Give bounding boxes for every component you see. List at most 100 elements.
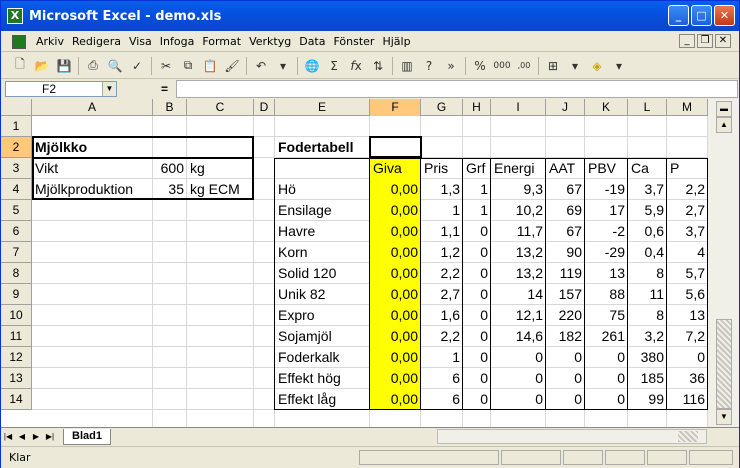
column-header-j[interactable]: J [546, 99, 585, 116]
feed-row-value[interactable]: 0 [463, 284, 491, 305]
sheet-tab-blad1[interactable]: Blad1 [63, 428, 111, 445]
toolbar-options-icon[interactable]: » [440, 56, 462, 76]
feed-row-name[interactable]: Effekt låg [275, 389, 370, 410]
last-sheet-icon[interactable]: ▶| [43, 430, 57, 444]
selected-cell-f2[interactable] [369, 136, 422, 158]
column-header-f[interactable]: F [370, 99, 421, 116]
feed-row-value[interactable]: 1 [463, 200, 491, 221]
feed-row-value[interactable]: 0,00 [370, 179, 421, 200]
new-icon[interactable]: 🗋 [9, 56, 31, 76]
feed-row-value[interactable]: 0 [546, 368, 585, 389]
feed-row-value[interactable]: 6 [421, 389, 463, 410]
feed-row-value[interactable]: -2 [585, 221, 628, 242]
feed-row-value[interactable]: 0 [546, 347, 585, 368]
feed-row-value[interactable]: 0,00 [370, 200, 421, 221]
menu-redigera[interactable]: Redigera [68, 35, 125, 48]
column-header-e[interactable]: E [275, 99, 370, 116]
column-header-k[interactable]: K [585, 99, 628, 116]
feed-row-value[interactable]: 0 [491, 347, 546, 368]
comma-style-icon[interactable]: 000 [491, 56, 513, 76]
column-header-i[interactable]: I [491, 99, 546, 116]
feed-row-value[interactable]: 0,00 [370, 389, 421, 410]
feed-row-value[interactable]: 0,00 [370, 305, 421, 326]
menu-verktyg[interactable]: Verktyg [245, 35, 295, 48]
feed-row-value[interactable]: 185 [628, 368, 667, 389]
feed-row-value[interactable]: -19 [585, 179, 628, 200]
feed-header-p[interactable]: P [667, 158, 708, 179]
feed-row-value[interactable]: 36 [667, 368, 708, 389]
feed-row-value[interactable]: 0 [585, 347, 628, 368]
feed-row-value[interactable]: 12,1 [491, 305, 546, 326]
feed-row-value[interactable]: 3,2 [628, 326, 667, 347]
function-icon[interactable]: fx [345, 56, 367, 76]
feed-row-value[interactable]: 0,4 [628, 242, 667, 263]
doc-close-button[interactable]: ✕ [715, 34, 731, 48]
row-header-7[interactable]: 7 [1, 242, 32, 263]
feed-row-value[interactable]: 2,7 [421, 284, 463, 305]
feed-row-value[interactable]: 0 [585, 389, 628, 410]
feed-row-value[interactable]: 0 [667, 347, 708, 368]
feed-row-value[interactable]: 1 [421, 347, 463, 368]
feed-row-value[interactable]: 116 [667, 389, 708, 410]
help-icon[interactable]: ? [418, 56, 440, 76]
feed-row-value[interactable]: 0,00 [370, 368, 421, 389]
next-sheet-icon[interactable]: ▶ [29, 430, 43, 444]
row-header-8[interactable]: 8 [1, 263, 32, 284]
feed-row-value[interactable]: 0 [463, 326, 491, 347]
feed-row-value[interactable]: 0 [585, 368, 628, 389]
feed-table-title[interactable]: Fodertabell [275, 137, 370, 158]
feed-row-value[interactable]: 220 [546, 305, 585, 326]
feed-row-value[interactable]: 0,00 [370, 326, 421, 347]
feed-row-value[interactable]: 0 [463, 242, 491, 263]
feed-row-value[interactable]: 14 [491, 284, 546, 305]
select-all-corner[interactable] [1, 99, 32, 116]
autosum-icon[interactable]: Σ [323, 56, 345, 76]
row-header-9[interactable]: 9 [1, 284, 32, 305]
feed-header-pbv[interactable]: PBV [585, 158, 628, 179]
percent-style-icon[interactable]: % [469, 56, 491, 76]
feed-row-value[interactable]: 2,2 [421, 326, 463, 347]
menu-hjalp[interactable]: Hjälp [378, 35, 414, 48]
feed-row-value[interactable]: 261 [585, 326, 628, 347]
vertical-scroll-thumb[interactable] [716, 319, 732, 409]
feed-row-value[interactable]: 5,7 [667, 263, 708, 284]
feed-header-grf[interactable]: Grf [463, 158, 491, 179]
workbook-icon[interactable] [12, 34, 26, 49]
menu-fonster[interactable]: Fönster [329, 35, 378, 48]
prev-sheet-icon[interactable]: ◀ [15, 430, 29, 444]
feed-row-value[interactable]: 10,2 [491, 200, 546, 221]
column-header-h[interactable]: H [463, 99, 491, 116]
feed-row-value[interactable]: 2,7 [667, 200, 708, 221]
name-box[interactable]: F2 ▼ [5, 81, 117, 97]
feed-row-value[interactable]: 0,00 [370, 242, 421, 263]
row-header-12[interactable]: 12 [1, 347, 32, 368]
formula-equals-sign[interactable]: = [161, 82, 168, 96]
feed-row-value[interactable]: 8 [628, 263, 667, 284]
feed-row-value[interactable]: 17 [585, 200, 628, 221]
row-header-13[interactable]: 13 [1, 368, 32, 389]
scroll-split-box[interactable]: ▬ [716, 101, 732, 117]
feed-row-value[interactable]: 99 [628, 389, 667, 410]
feed-row-value[interactable]: 75 [585, 305, 628, 326]
fill-color-icon[interactable]: ◈ [586, 56, 608, 76]
feed-row-value[interactable]: 69 [546, 200, 585, 221]
feed-row-value[interactable]: 9,3 [491, 179, 546, 200]
increase-decimal-icon[interactable]: ,00 [513, 56, 535, 76]
borders-icon[interactable]: ⊞ [542, 56, 564, 76]
feed-row-name[interactable]: Ensilage [275, 200, 370, 221]
feed-row-value[interactable]: 13 [667, 305, 708, 326]
feed-row-value[interactable]: 13,2 [491, 263, 546, 284]
cut-icon[interactable]: ✂ [155, 56, 177, 76]
feed-row-value[interactable]: 5,9 [628, 200, 667, 221]
copy-icon[interactable]: ⧉ [177, 56, 199, 76]
horizontal-scroll-thumb[interactable] [678, 431, 698, 442]
save-icon[interactable]: 💾 [53, 56, 75, 76]
format-painter-icon[interactable]: 🖌 [221, 56, 243, 76]
feed-row-name[interactable]: Korn [275, 242, 370, 263]
feed-row-name[interactable]: Foderkalk [275, 347, 370, 368]
row-header-5[interactable]: 5 [1, 200, 32, 221]
feed-row-value[interactable]: 1,1 [421, 221, 463, 242]
first-sheet-icon[interactable]: |◀ [1, 430, 15, 444]
feed-row-value[interactable]: 8 [628, 305, 667, 326]
scroll-down-icon[interactable]: ▼ [716, 409, 732, 425]
